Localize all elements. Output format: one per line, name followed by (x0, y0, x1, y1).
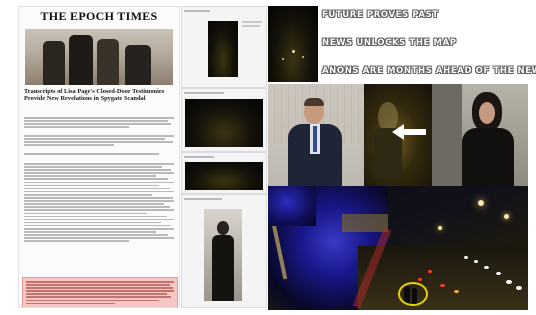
thumbnail-screenshot-night (181, 6, 267, 88)
photo-woman-dark-hair (432, 84, 528, 186)
caption-news-unlocks-map: NEWS UNLOCKS THE MAP (322, 38, 457, 48)
article-paragraph (24, 153, 174, 156)
article-paragraph (24, 135, 174, 147)
photo-man-in-suit (268, 84, 364, 186)
caption-future-proves-past: FUTURE PROVES PAST (322, 10, 439, 20)
caption-anons-ahead: ANONS ARE MONTHS AHEAD OF THE NEWS (322, 66, 536, 76)
photo-inset-blue (268, 186, 316, 226)
article-paragraph (24, 117, 174, 129)
article-bullet-list (24, 163, 174, 243)
night-street-photo-small (268, 6, 318, 82)
article-headline: Transcripts of Lisa Page's Closed-Door T… (24, 88, 165, 103)
person-figure (97, 39, 119, 85)
newspaper-masthead: THE EPOCH TIMES (40, 9, 158, 23)
person-figure (125, 45, 151, 85)
article-hero-photo (25, 29, 173, 85)
thumbnail-screenshot-street (181, 88, 267, 152)
thumbnail-screenshot-woman (181, 194, 267, 308)
person-figure (69, 35, 93, 85)
article-screenshot: THE EPOCH TIMES Transcripts of Lisa Page… (18, 6, 180, 308)
thumbnail-screenshot-street-2 (181, 152, 267, 194)
person-figure (43, 41, 65, 85)
circle-marker-icon (398, 282, 428, 306)
photo-blurred-figure (364, 84, 432, 186)
arrow-icon (392, 124, 404, 140)
highlighted-passage (22, 277, 178, 307)
